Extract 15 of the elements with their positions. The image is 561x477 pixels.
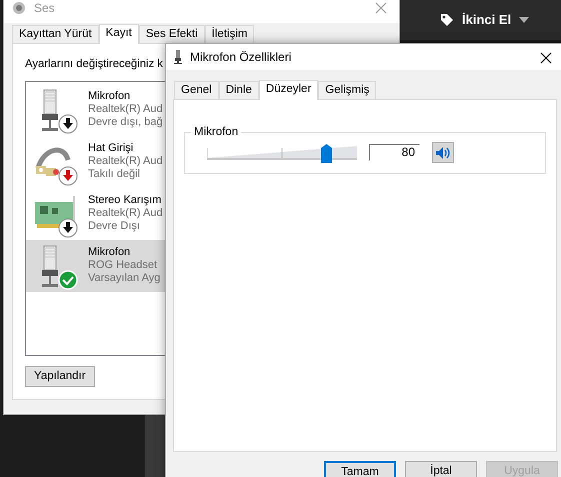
device-status: Varsayılan Ayg: [88, 272, 160, 286]
device-name: Hat Girişi: [88, 142, 134, 156]
device-driver: ROG Headset: [88, 259, 158, 272]
device-name: Stereo Karışım: [88, 194, 162, 208]
device-status: Takılı değil: [88, 168, 141, 182]
instruction-text: Ayarlarını değiştireceğiniz k: [25, 57, 163, 72]
window-title: Mikrofon Özellikleri: [190, 49, 292, 66]
device-name: Mikrofon: [88, 90, 132, 104]
device-status: Devre dışı, bağ: [88, 116, 163, 130]
device-status: Devre Dışı: [88, 220, 141, 234]
window-title: Ses: [34, 0, 55, 17]
device-driver: Realtek(R) Aud: [88, 207, 163, 220]
device-name: Mikrofon: [88, 246, 132, 260]
device-driver: Realtek(R) Aud: [88, 155, 163, 168]
device-driver: Realtek(R) Aud: [88, 103, 163, 116]
